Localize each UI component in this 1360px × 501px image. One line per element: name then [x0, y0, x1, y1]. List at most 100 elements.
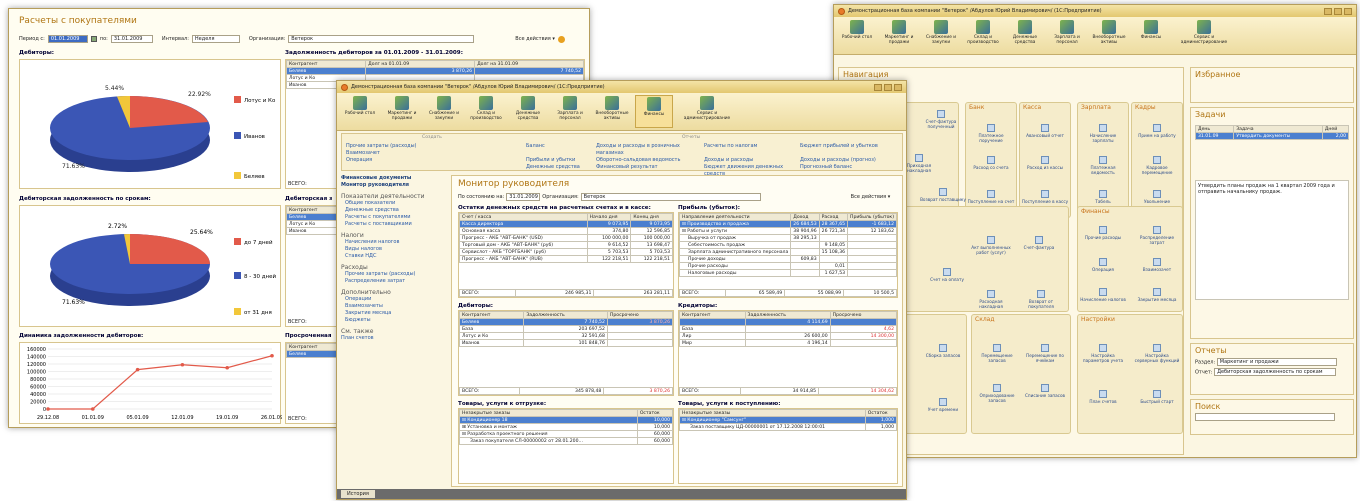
- nav-link[interactable]: Начисления налогов: [341, 239, 449, 246]
- nav-link[interactable]: Финансовые документы: [341, 175, 449, 182]
- table-row[interactable]: Касса директора 9 073,95 9 073,95: [459, 220, 673, 228]
- create-item[interactable]: Операция: [346, 157, 417, 164]
- table-row[interactable]: Прочие расходы 0,01: [678, 262, 897, 270]
- table-row[interactable]: Заказ покупателя СЛ-00000002 от 28.01.20…: [459, 437, 674, 445]
- nav-link[interactable]: Общие показатели: [341, 200, 449, 207]
- nav-item[interactable]: Взаимозачет: [1133, 258, 1181, 272]
- col-header[interactable]: Остаток: [864, 409, 898, 417]
- col-header[interactable]: Незакрытые заказы: [679, 409, 866, 417]
- search-input[interactable]: [1195, 413, 1335, 421]
- nav-item[interactable]: Настройка серверных функций: [1133, 344, 1181, 363]
- toolbar-marketing[interactable]: Маркетинг и продажи: [880, 19, 918, 52]
- toolbar-payroll[interactable]: Зарплата и персонал: [1048, 19, 1086, 52]
- table-row[interactable]: ⊟ Разработка проектного решения 60,000: [459, 430, 674, 438]
- col-header[interactable]: Просрочено: [606, 311, 674, 319]
- nav-link[interactable]: Распределение затрат: [341, 278, 449, 285]
- table-row[interactable]: Беляев: [286, 213, 344, 221]
- nav-link[interactable]: Денежные средства: [341, 207, 449, 214]
- help-icon[interactable]: [557, 35, 565, 43]
- table-row[interactable]: Налоговые расходы 1 627,53: [678, 269, 897, 277]
- nav-item[interactable]: Сборка запасов: [919, 344, 967, 358]
- col-header[interactable]: Расход: [818, 213, 849, 221]
- nav-link[interactable]: Расчеты с покупателями: [341, 214, 449, 221]
- table-row[interactable]: ⊟ Кондиционер 18 10,000: [459, 416, 674, 424]
- col-header[interactable]: День: [1194, 125, 1235, 133]
- toolbar-assets[interactable]: Внеоборотные активы: [593, 95, 631, 128]
- col-header[interactable]: Конец дня: [630, 213, 673, 221]
- nav-link[interactable]: Операции: [341, 296, 449, 303]
- nav-item[interactable]: Расходная накладная: [967, 290, 1015, 309]
- nav-link[interactable]: Взаимозачеты: [341, 303, 449, 310]
- org-input[interactable]: Ветерок: [580, 193, 761, 201]
- nav-item[interactable]: Платежная ведомость: [1079, 156, 1127, 175]
- nav-item[interactable]: Счет-фактура полученный: [917, 110, 965, 129]
- toolbar-desktop[interactable]: Рабочий стол: [341, 95, 379, 128]
- table-row[interactable]: Мир 4 196,14: [679, 339, 898, 347]
- app-menu-icon[interactable]: [341, 83, 348, 91]
- nav-item[interactable]: Расход из кассы: [1021, 156, 1069, 170]
- table-row[interactable]: База 4,62: [679, 325, 898, 333]
- toolbar-warehouse[interactable]: Склад и производство: [467, 95, 505, 128]
- date-input[interactable]: 31.01.2009: [506, 193, 541, 201]
- nav-item[interactable]: Закрытие месяца: [1133, 288, 1181, 302]
- maximize-button[interactable]: [1334, 7, 1342, 15]
- report-link[interactable]: Доходы и расходы (прогноз): [800, 157, 900, 164]
- nav-item[interactable]: Поступление в кассу: [1021, 190, 1069, 204]
- toolbar-cash[interactable]: Денежные средства: [1006, 19, 1044, 52]
- org-input[interactable]: Ветерок: [288, 35, 475, 43]
- close-button[interactable]: [894, 83, 902, 91]
- toolbar-purchasing[interactable]: Снабжение и закупки: [425, 95, 463, 128]
- table-row[interactable]: Беляев 3 870,26 7 740,52: [285, 67, 584, 75]
- report-select[interactable]: Дебиторская задолженность по срокам: [1214, 368, 1337, 376]
- col-header[interactable]: Незакрытые заказы: [459, 409, 638, 417]
- nav-item[interactable]: Перемещение по ячейкам: [1021, 344, 1069, 363]
- table-row[interactable]: ⊟ Кондиционер "Самсунг" 1,000: [679, 416, 898, 424]
- nav-item[interactable]: Расход со счета: [967, 156, 1015, 170]
- nav-item[interactable]: Возврат поставщику: [919, 188, 967, 202]
- nav-item[interactable]: Увольнение: [1133, 190, 1181, 204]
- toolbar-payroll[interactable]: Зарплата и персонал: [551, 95, 589, 128]
- nav-item[interactable]: Акт выполненных работ (услуг): [967, 236, 1015, 255]
- history-button[interactable]: История: [341, 490, 375, 498]
- maximize-button[interactable]: [884, 83, 892, 91]
- toolbar-desktop[interactable]: Рабочий стол: [838, 19, 876, 52]
- table-row[interactable]: Беляев: [286, 350, 344, 358]
- col-header[interactable]: Прибыль (убыток): [847, 213, 897, 221]
- nav-link[interactable]: Бюджеты: [341, 317, 449, 324]
- table-row[interactable]: Торговый дом - АКБ "АВТ-БАНК" (руб) 9 614…: [459, 241, 673, 249]
- col-header[interactable]: Просрочено: [829, 311, 898, 319]
- nav-item[interactable]: Распределение затрат: [1133, 226, 1181, 245]
- table-row[interactable]: Иванов 101 848,76: [458, 339, 674, 347]
- table-row[interactable]: Выручка от продаж 38 295,13: [678, 234, 897, 242]
- report-link[interactable]: Оборотно-сальдовая ведомость: [596, 157, 704, 164]
- report-link[interactable]: Бюджет прибылей и убытков: [800, 143, 900, 157]
- report-link[interactable]: Баланс: [526, 143, 596, 157]
- nav-item[interactable]: Кадровое перемещение: [1133, 156, 1181, 175]
- col-header[interactable]: Долг на 01.01.09: [365, 60, 476, 68]
- toolbar-cash[interactable]: Денежные средства: [509, 95, 547, 128]
- col-header[interactable]: Контрагент: [679, 311, 746, 319]
- col-header[interactable]: Счет / касса: [459, 213, 588, 221]
- table-row[interactable]: 4 114,69: [679, 318, 898, 326]
- table-row[interactable]: Сервислот - АКБ "ТОРГБАНК" (руб) 5 703,53…: [459, 248, 673, 256]
- toolbar-service[interactable]: Сервис и администрирование: [677, 95, 737, 128]
- col-header[interactable]: Дней: [1321, 125, 1350, 133]
- nav-item[interactable]: Настройка параметров учета: [1079, 344, 1127, 363]
- nav-item[interactable]: План счетов: [1079, 390, 1127, 404]
- table-row[interactable]: Беляев 7 740,52 3 870,26: [458, 318, 674, 326]
- col-header[interactable]: Остаток: [636, 409, 674, 417]
- report-link[interactable]: Прибыли и убытки: [526, 157, 596, 164]
- col-header[interactable]: Контрагент: [458, 311, 525, 319]
- col-header[interactable]: Начало дня: [586, 213, 632, 221]
- table-row[interactable]: ⊞ Установка и монтаж 10,000: [459, 423, 674, 431]
- col-header[interactable]: Долг на 31.01.09: [474, 60, 584, 68]
- col-header[interactable]: Доход: [790, 213, 820, 221]
- nav-item[interactable]: Начисление зарплаты: [1079, 124, 1127, 143]
- col-header[interactable]: Задолженность: [523, 311, 608, 319]
- minimize-button[interactable]: [874, 83, 882, 91]
- toolbar-purchasing[interactable]: Снабжение и закупки: [922, 19, 960, 52]
- nav-item[interactable]: Поступление на счет: [967, 190, 1015, 204]
- table-row[interactable]: Лир 26 600,00 14 300,00: [679, 332, 898, 340]
- report-link[interactable]: Доходы и расходы в розничных магазинах: [596, 143, 704, 157]
- app-menu-icon[interactable]: [838, 7, 845, 15]
